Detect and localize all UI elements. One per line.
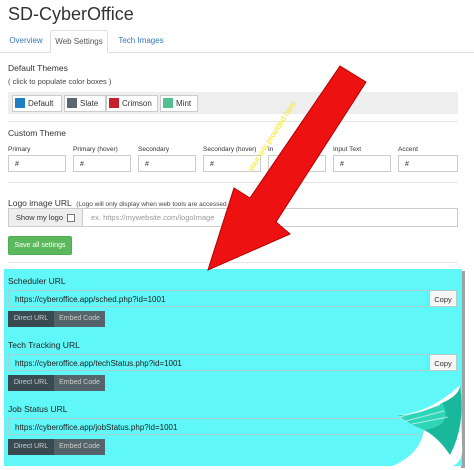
- primary-hover-input[interactable]: #: [73, 155, 131, 172]
- swatch-slate: [67, 98, 77, 108]
- scheduler-direct-url-button[interactable]: Direct URL: [8, 311, 54, 327]
- accent-input[interactable]: #: [398, 155, 458, 172]
- tab-tech-images[interactable]: Tech Images: [114, 30, 168, 51]
- job-status-direct-url-button[interactable]: Direct URL: [8, 439, 54, 455]
- theme-mint-label: Mint: [176, 99, 192, 108]
- annotation-arrow-icon: [207, 65, 367, 271]
- theme-crimson-label: Crimson: [122, 99, 152, 108]
- show-logo-label: Show my logo: [15, 213, 63, 222]
- scheduler-copy-button[interactable]: Copy: [429, 290, 457, 307]
- tech-tracking-url-input[interactable]: https://cyberoffice.app/techStatus.php?i…: [8, 354, 428, 371]
- swatch-mint: [163, 98, 173, 108]
- theme-default-label: Default: [28, 99, 54, 108]
- tab-overview[interactable]: Overview: [6, 30, 46, 51]
- accent-label: Accent: [398, 146, 418, 153]
- theme-slate-label: Slate: [80, 99, 99, 108]
- job-status-embed-code-button[interactable]: Embed Code: [54, 439, 105, 455]
- save-all-settings-button[interactable]: Save all settings: [8, 236, 72, 255]
- swatch-crimson: [109, 98, 119, 108]
- primary-input[interactable]: #: [8, 155, 66, 172]
- show-logo-checkbox[interactable]: [67, 214, 76, 223]
- tab-web-settings[interactable]: Web Settings: [50, 30, 108, 53]
- job-status-url-input[interactable]: https://cyberoffice.app/jobStatus.php?id…: [8, 418, 428, 435]
- secondary-input[interactable]: #: [138, 155, 196, 172]
- primary-label: Primary: [8, 146, 31, 153]
- tech-tracking-embed-code-button[interactable]: Embed Code: [54, 375, 105, 391]
- theme-crimson-button[interactable]: Crimson: [106, 95, 158, 112]
- page-title: SD-CyberOffice: [8, 4, 134, 24]
- theme-slate-button[interactable]: Slate: [64, 95, 106, 112]
- swatch-default: [15, 98, 25, 108]
- custom-theme-heading: Custom Theme: [8, 128, 66, 138]
- primary-hover-label: Primary (hover): [73, 146, 118, 153]
- show-logo-addon: Show my logo: [9, 209, 83, 226]
- scheduler-url-input[interactable]: https://cyberoffice.app/sched.php?id=100…: [8, 290, 428, 307]
- tech-tracking-url-label: Tech Tracking URL: [8, 340, 80, 350]
- tech-tracking-copy-button[interactable]: Copy: [429, 354, 457, 371]
- scheduler-url-label: Scheduler URL: [8, 276, 66, 286]
- tech-tracking-direct-url-button[interactable]: Direct URL: [8, 375, 54, 391]
- default-themes-heading: Default Themes: [8, 63, 68, 73]
- page-curl-icon: [390, 385, 463, 467]
- scheduler-embed-code-button[interactable]: Embed Code: [54, 311, 105, 327]
- default-themes-hint: ( click to populate color boxes ): [8, 77, 112, 86]
- secondary-label: Secondary: [138, 146, 170, 153]
- logo-heading: Logo image URL: [8, 198, 72, 208]
- job-status-url-label: Job Status URL: [8, 404, 68, 414]
- theme-default-button[interactable]: Default: [12, 95, 62, 112]
- tab-bar: Overview Web Settings Tech Images: [0, 30, 474, 53]
